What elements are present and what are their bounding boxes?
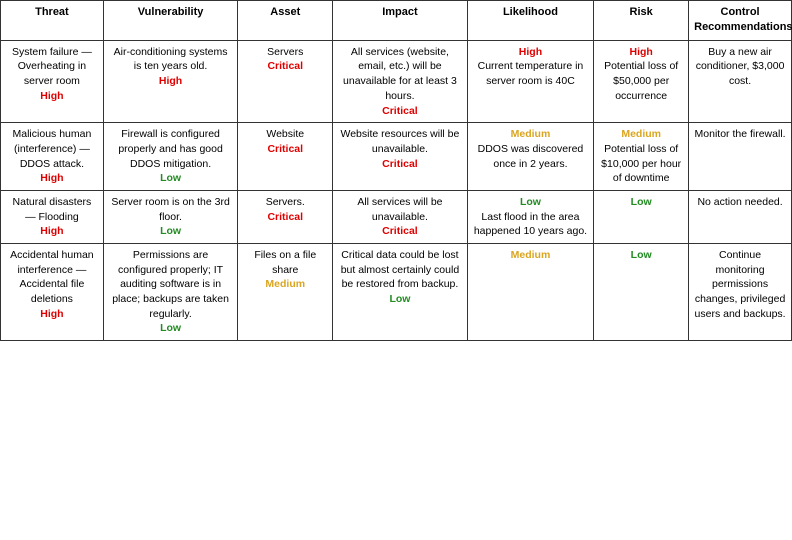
header-impact: Impact — [333, 1, 467, 41]
table-cell: MediumDDOS was discovered once in 2 year… — [467, 123, 594, 191]
table-row: Malicious human (interference) — DDOS at… — [1, 123, 792, 191]
table-cell: Monitor the firewall. — [689, 123, 792, 191]
header-risk: Risk — [594, 1, 689, 41]
table-row: System failure — Overheating in server r… — [1, 40, 792, 122]
table-cell: HighPotential loss of $50,000 per occurr… — [594, 40, 689, 122]
table-cell: All services (website, email, etc.) will… — [333, 40, 467, 122]
header-threat: Threat — [1, 1, 104, 41]
table-cell: MediumPotential loss of $10,000 per hour… — [594, 123, 689, 191]
header-vulnerability: Vulnerability — [103, 1, 237, 41]
table-cell: ServersCritical — [238, 40, 333, 122]
table-cell: Critical data could be lost but almost c… — [333, 244, 467, 341]
table-cell: No action needed. — [689, 190, 792, 243]
table-cell: Servers.Critical — [238, 190, 333, 243]
table-cell: Low — [594, 190, 689, 243]
table-cell: Medium — [467, 244, 594, 341]
table-cell: Buy a new air conditioner, $3,000 cost. — [689, 40, 792, 122]
table-cell: Air-conditioning systems is ten years ol… — [103, 40, 237, 122]
table-cell: Server room is on the 3rd floor.Low — [103, 190, 237, 243]
table-cell: Low — [594, 244, 689, 341]
table-cell: Permissions are configured properly; IT … — [103, 244, 237, 341]
table-cell: Website resources will be unavailable.Cr… — [333, 123, 467, 191]
table-cell: Natural disasters — FloodingHigh — [1, 190, 104, 243]
table-cell: Accidental human interference — Accident… — [1, 244, 104, 341]
table-cell: WebsiteCritical — [238, 123, 333, 191]
table-cell: All services will be unavailable.Critica… — [333, 190, 467, 243]
table-cell: Files on a file shareMedium — [238, 244, 333, 341]
table-cell: System failure — Overheating in server r… — [1, 40, 104, 122]
header-asset: Asset — [238, 1, 333, 41]
table-cell: LowLast flood in the area happened 10 ye… — [467, 190, 594, 243]
header-control: ControlRecommendations — [689, 1, 792, 41]
risk-table: Threat Vulnerability Asset Impact Likeli… — [0, 0, 792, 341]
table-cell: Continue monitoring permissions changes,… — [689, 244, 792, 341]
header-likelihood: Likelihood — [467, 1, 594, 41]
table-cell: Firewall is configured properly and has … — [103, 123, 237, 191]
table-row: Accidental human interference — Accident… — [1, 244, 792, 341]
table-cell: Malicious human (interference) — DDOS at… — [1, 123, 104, 191]
table-cell: HighCurrent temperature in server room i… — [467, 40, 594, 122]
table-row: Natural disasters — FloodingHighServer r… — [1, 190, 792, 243]
